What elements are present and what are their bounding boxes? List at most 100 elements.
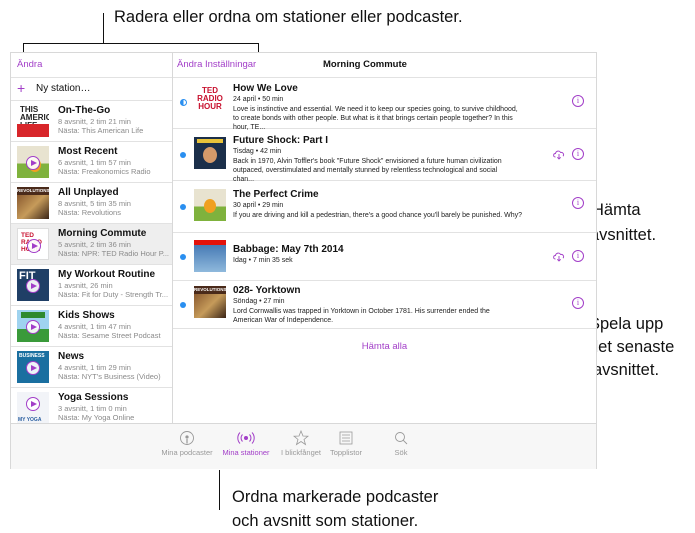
my-yoga-artwork: MY YOGA (17, 392, 49, 424)
play-icon[interactable] (26, 397, 40, 411)
cloud-download-icon[interactable] (552, 250, 566, 262)
this-american-life-red-block (17, 124, 49, 137)
freakonomics-artwork (17, 146, 49, 178)
tab-featured[interactable]: I blickfånget (277, 430, 325, 457)
episode-meta: Söndag • 27 min (233, 298, 285, 305)
podcasts-app: Ändra + Ny station… THIS AMERICAN LIFE O… (10, 52, 597, 469)
play-icon[interactable] (26, 361, 40, 375)
future-shock-artwork (194, 137, 226, 169)
station-next-episode: Nästa: Sesame Street Podcast (58, 332, 161, 340)
play-icon[interactable] (26, 279, 40, 293)
station-most-recent[interactable]: Most Recent 6 avsnitt, 1 tim 57 min Näst… (11, 142, 172, 183)
info-icon[interactable]: i (572, 250, 584, 262)
station-all-unplayed[interactable]: REVOLUTIONS All Unplayed 8 avsnitt, 5 ti… (11, 183, 172, 224)
station-title: Most Recent (58, 146, 118, 157)
episode-title: 028- Yorktown (233, 285, 301, 296)
edit-button[interactable]: Ändra (17, 59, 42, 70)
episode-description: Lord Cornwallis was trapped in Yorktown … (233, 308, 490, 324)
callout-line-organize (219, 470, 220, 510)
future-shock-art-face (203, 147, 217, 163)
episode-title: Future Shock: Part I (233, 135, 329, 146)
revolutions-artwork: REVOLUTIONS (194, 286, 226, 318)
station-title: Yoga Sessions (58, 392, 129, 403)
station-title: Morning Commute (58, 228, 147, 239)
tab-search[interactable]: Sök (383, 430, 419, 457)
episode-meta: Tisdag • 42 min (233, 148, 282, 155)
episode-description: If you are driving and kill a pedestrian… (233, 212, 523, 219)
station-next-episode: Nästa: This American Life (58, 127, 144, 135)
freakonomics-artwork (194, 189, 226, 221)
sesame-street-sign (21, 312, 45, 318)
station-episode-count: 1 avsnitt, 26 min (58, 282, 113, 290)
station-detail: Ändra Inställningar Morning Commute TED … (173, 53, 596, 423)
play-icon[interactable] (27, 239, 41, 253)
tab-label: Mina podcaster (161, 448, 213, 457)
info-icon[interactable]: i (572, 95, 584, 107)
station-title: On-The-Go (58, 105, 111, 116)
revolutions-art-text: REVOLUTIONS (17, 188, 49, 193)
episode-meta: 30 april • 29 min (233, 202, 284, 209)
station-my-workout-routine[interactable]: FIT My Workout Routine 1 avsnitt, 26 min… (11, 265, 172, 306)
callout-play-line1: Spela upp (589, 315, 664, 333)
station-title: News (58, 351, 85, 362)
tab-my-podcasts[interactable]: Mina podcaster (159, 430, 215, 457)
tab-my-stations[interactable]: Mina stationer (219, 430, 273, 457)
this-american-life-artwork: THIS AMERICAN LIFE (17, 105, 49, 137)
ted-radio-hour-artwork: TED RADIO HOUR (194, 84, 226, 116)
station-episode-count: 4 avsnitt, 1 tim 29 min (58, 364, 131, 372)
edit-settings-button[interactable]: Ändra Inställningar (177, 59, 256, 70)
tab-bar: Mina podcaster Mina stationer I blickfån… (11, 423, 596, 469)
episode-row[interactable]: Future Shock: Part I Tisdag • 42 min Bac… (173, 129, 596, 183)
unplayed-dot-icon (180, 152, 186, 158)
new-station-button[interactable]: + Ny station… (11, 78, 172, 101)
get-all-button[interactable]: Hämta alla (173, 341, 596, 352)
tab-top-charts[interactable]: Topplistor (323, 430, 369, 457)
cloud-download-icon[interactable] (552, 148, 566, 160)
info-icon[interactable]: i (572, 148, 584, 160)
revolutions-art-text: REVOLUTIONS (194, 287, 226, 292)
station-title: All Unplayed (58, 187, 119, 198)
fit-for-duty-artwork: FIT (17, 269, 49, 301)
station-on-the-go[interactable]: THIS AMERICAN LIFE On-The-Go 8 avsnitt, … (11, 101, 172, 142)
unplayed-dot-icon (180, 302, 186, 308)
station-episode-count: 3 avsnitt, 1 tim 0 min (58, 405, 127, 413)
episode-row[interactable]: The Perfect Crime 30 april • 29 min If y… (173, 181, 596, 233)
station-next-episode: Nästa: Revolutions (58, 209, 121, 217)
station-episode-count: 8 avsnitt, 5 tim 35 min (58, 200, 131, 208)
station-episode-count: 5 avsnitt, 2 tim 36 min (58, 241, 131, 249)
callout-line-top-horizontal (23, 43, 259, 44)
episode-meta: Idag • 7 min 35 sek (233, 257, 293, 264)
callout-edit: Radera eller ordna om stationer eller po… (114, 8, 463, 26)
freakonomics-apple-shape (204, 199, 216, 213)
episode-title: Babbage: May 7th 2014 (233, 244, 344, 255)
nyt-business-art-text: BUSINESS (19, 353, 45, 359)
station-yoga-sessions[interactable]: MY YOGA Yoga Sessions 3 avsnitt, 1 tim 0… (11, 388, 172, 428)
station-news[interactable]: BUSINESS News 4 avsnitt, 1 tim 29 min Nä… (11, 347, 172, 388)
callout-download-line2: avsnittet. (590, 226, 657, 244)
episode-description: Back in 1970, Alvin Toffler's book "Futu… (233, 158, 502, 183)
info-icon[interactable]: i (572, 297, 584, 309)
episode-row[interactable]: TED RADIO HOUR How We Love 24 april • 50… (173, 78, 596, 131)
revolutions-artwork: REVOLUTIONS (17, 187, 49, 219)
station-episode-count: 4 avsnitt, 1 tim 47 min (58, 323, 131, 331)
play-icon[interactable] (26, 156, 40, 170)
plus-icon: + (17, 80, 26, 96)
station-morning-commute[interactable]: TED RADIO HOUR Morning Commute 5 avsnitt… (11, 224, 172, 265)
stations-icon (237, 432, 255, 444)
unplayed-dot-icon (180, 204, 186, 210)
info-icon[interactable]: i (572, 197, 584, 209)
station-title: My Workout Routine (58, 269, 156, 280)
station-kids-shows[interactable]: Kids Shows 4 avsnitt, 1 tim 47 min Nästa… (11, 306, 172, 347)
episode-row[interactable]: Babbage: May 7th 2014 Idag • 7 min 35 se… (173, 233, 596, 281)
station-next-episode: Nästa: Freakonomics Radio (58, 168, 151, 176)
episode-row[interactable]: REVOLUTIONS 028- Yorktown Söndag • 27 mi… (173, 281, 596, 329)
station-episode-count: 6 avsnitt, 1 tim 57 min (58, 159, 131, 167)
list-icon (339, 431, 353, 445)
callout-download-line1: Hämta (592, 201, 641, 219)
revolutions-painting (194, 294, 226, 318)
episode-title: How We Love (233, 83, 298, 94)
play-icon[interactable] (26, 320, 40, 334)
sesame-street-artwork (17, 310, 49, 342)
ted-radio-hour-artwork: TED RADIO HOUR (17, 228, 49, 260)
station-next-episode: Nästa: Fit for Duty - Strength Tr... (58, 291, 169, 299)
